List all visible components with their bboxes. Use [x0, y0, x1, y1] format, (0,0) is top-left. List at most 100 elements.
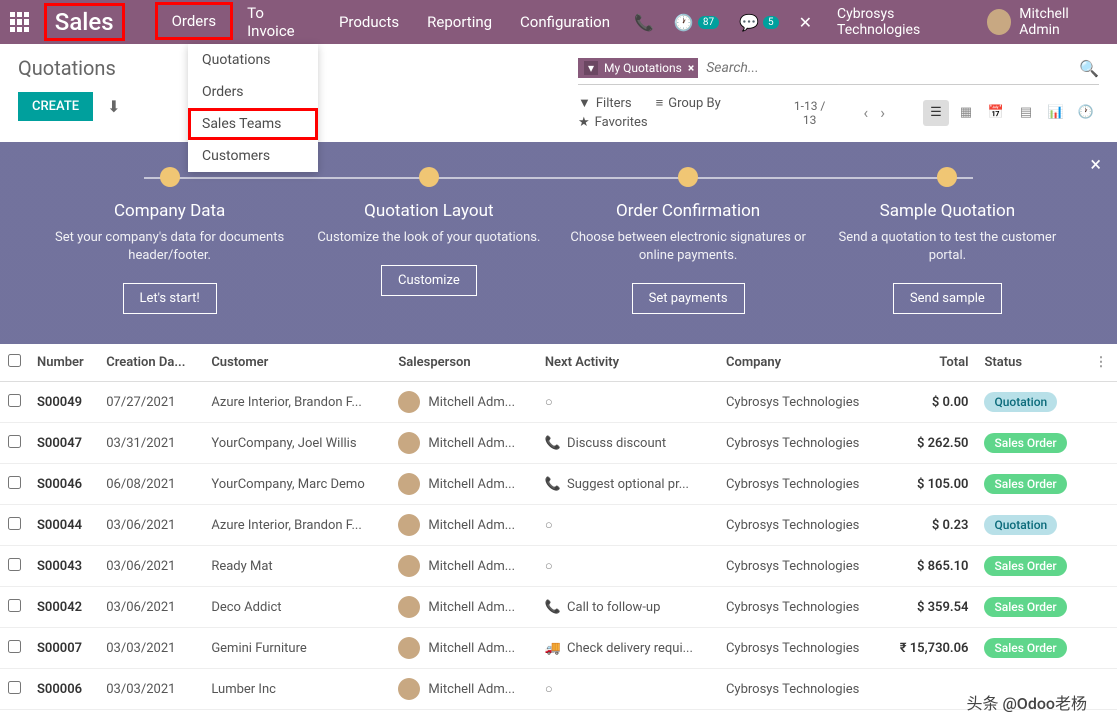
phone-icon[interactable]: 📞	[634, 13, 654, 32]
table-row[interactable]: S00044 03/06/2021 Azure Interior, Brando…	[0, 505, 1117, 546]
app-brand[interactable]: Sales	[44, 3, 125, 41]
activity-empty-icon[interactable]: ○	[545, 558, 553, 574]
nav-configuration[interactable]: Configuration	[506, 0, 624, 44]
col-customer[interactable]: Customer	[203, 344, 390, 382]
phone-activity-icon[interactable]: 📞	[545, 436, 561, 451]
cell-more[interactable]	[1085, 669, 1117, 710]
pager-prev-icon[interactable]: ‹	[863, 103, 868, 122]
row-checkbox[interactable]	[8, 517, 21, 530]
col-creation-date[interactable]: Creation Da...	[98, 344, 203, 382]
activity-icon[interactable]: 🕐87	[674, 13, 719, 32]
col-more[interactable]: ⋮	[1085, 344, 1117, 382]
table-row[interactable]: S00007 03/03/2021 Gemini Furniture Mitch…	[0, 628, 1117, 669]
step-sample-quotation: Sample Quotation Send a quotation to tes…	[818, 167, 1077, 314]
activity-empty-icon[interactable]: ○	[545, 394, 553, 410]
customize-button[interactable]: Customize	[381, 265, 477, 296]
cell-total: $ 105.00	[883, 464, 977, 505]
facet-remove-icon[interactable]: ×	[688, 61, 694, 75]
table-row[interactable]: S00006 03/03/2021 Lumber Inc Mitchell Ad…	[0, 669, 1117, 710]
cell-status: Quotation	[976, 382, 1084, 423]
create-button[interactable]: CREATE	[18, 92, 93, 121]
cell-activity: 📞Call to follow-up	[537, 587, 718, 628]
step-dot-icon	[678, 167, 698, 187]
step-title: Quotation Layout	[299, 201, 558, 221]
cell-number: S00042	[29, 587, 98, 628]
cell-status: Quotation	[976, 505, 1084, 546]
orders-dropdown: Quotations Orders Sales Teams Customers	[188, 44, 318, 172]
cell-total: $ 359.54	[883, 587, 977, 628]
row-checkbox[interactable]	[8, 558, 21, 571]
col-number[interactable]: Number	[29, 344, 98, 382]
search-icon[interactable]: 🔍	[1079, 59, 1099, 78]
nav-reporting[interactable]: Reporting	[413, 0, 506, 44]
view-calendar-icon[interactable]: 📅	[983, 100, 1009, 126]
activity-empty-icon[interactable]: ○	[545, 517, 553, 533]
apps-icon[interactable]	[10, 12, 29, 32]
view-activity-icon[interactable]: 🕐	[1073, 100, 1099, 126]
view-list-icon[interactable]: ☰	[923, 100, 949, 126]
cell-more[interactable]	[1085, 505, 1117, 546]
filters-button[interactable]: ▼ Filters	[578, 95, 632, 111]
close-icon[interactable]: ×	[1090, 152, 1101, 176]
user-menu[interactable]: Mitchell Admin	[1019, 6, 1107, 38]
dropdown-customers[interactable]: Customers	[188, 140, 318, 172]
nav-to-invoice[interactable]: To Invoice	[233, 0, 325, 44]
table-row[interactable]: S00043 03/06/2021 Ready Mat Mitchell Adm…	[0, 546, 1117, 587]
view-graph-icon[interactable]: 📊	[1043, 100, 1069, 126]
cell-date: 03/06/2021	[98, 505, 203, 546]
set-payments-button[interactable]: Set payments	[632, 283, 745, 314]
chat-icon[interactable]: 💬5	[739, 13, 779, 32]
phone-activity-icon[interactable]: 📞	[545, 600, 561, 615]
search-bar[interactable]: ▾ My Quotations × 🔍	[578, 56, 1099, 85]
cell-more[interactable]	[1085, 587, 1117, 628]
table-row[interactable]: S00047 03/31/2021 YourCompany, Joel Will…	[0, 423, 1117, 464]
table-row[interactable]: S00046 06/08/2021 YourCompany, Marc Demo…	[0, 464, 1117, 505]
col-company[interactable]: Company	[718, 344, 883, 382]
avatar[interactable]	[987, 9, 1011, 35]
lets-start-button[interactable]: Let's start!	[123, 283, 217, 314]
row-checkbox[interactable]	[8, 640, 21, 653]
facet-label: My Quotations	[604, 61, 682, 75]
favorites-button[interactable]: ★ Favorites	[578, 115, 648, 130]
download-icon[interactable]: ⬇	[107, 97, 120, 116]
table-row[interactable]: S00049 07/27/2021 Azure Interior, Brando…	[0, 382, 1117, 423]
step-dot-icon	[937, 167, 957, 187]
col-total[interactable]: Total	[883, 344, 977, 382]
table-header-row: Number Creation Da... Customer Salespers…	[0, 344, 1117, 382]
row-checkbox[interactable]	[8, 435, 21, 448]
send-sample-button[interactable]: Send sample	[893, 283, 1002, 314]
wrench-icon[interactable]: ✕	[799, 13, 812, 32]
row-checkbox[interactable]	[8, 681, 21, 694]
cell-more[interactable]	[1085, 464, 1117, 505]
phone-activity-icon[interactable]: 📞	[545, 477, 561, 492]
salesperson-avatar	[398, 473, 420, 495]
delivery-activity-icon[interactable]: 🚚	[545, 641, 561, 656]
row-checkbox[interactable]	[8, 394, 21, 407]
row-checkbox[interactable]	[8, 476, 21, 489]
cell-more[interactable]	[1085, 546, 1117, 587]
col-status[interactable]: Status	[976, 344, 1084, 382]
dropdown-sales-teams[interactable]: Sales Teams	[188, 108, 318, 140]
select-all-checkbox[interactable]	[8, 354, 21, 367]
table-row[interactable]: S00042 03/06/2021 Deco Addict Mitchell A…	[0, 587, 1117, 628]
cell-date: 03/31/2021	[98, 423, 203, 464]
search-input[interactable]	[698, 56, 1079, 80]
col-salesperson[interactable]: Salesperson	[390, 344, 536, 382]
cell-more[interactable]	[1085, 382, 1117, 423]
pager-next-icon[interactable]: ›	[880, 103, 885, 122]
view-pivot-icon[interactable]: ▤	[1013, 100, 1039, 126]
dropdown-quotations[interactable]: Quotations	[188, 44, 318, 76]
activity-empty-icon[interactable]: ○	[545, 681, 553, 697]
nav-orders[interactable]: Orders	[155, 2, 234, 40]
cell-more[interactable]	[1085, 423, 1117, 464]
dropdown-orders[interactable]: Orders	[188, 76, 318, 108]
company-switcher[interactable]: Cybrosys Technologies	[837, 6, 972, 38]
cell-status: Sales Order	[976, 628, 1084, 669]
view-kanban-icon[interactable]: ▦	[953, 100, 979, 126]
cell-more[interactable]	[1085, 628, 1117, 669]
col-next-activity[interactable]: Next Activity	[537, 344, 718, 382]
step-desc: Customize the look of your quotations.	[299, 229, 558, 247]
groupby-button[interactable]: ≡ Group By	[656, 95, 721, 111]
nav-products[interactable]: Products	[325, 0, 413, 44]
row-checkbox[interactable]	[8, 599, 21, 612]
